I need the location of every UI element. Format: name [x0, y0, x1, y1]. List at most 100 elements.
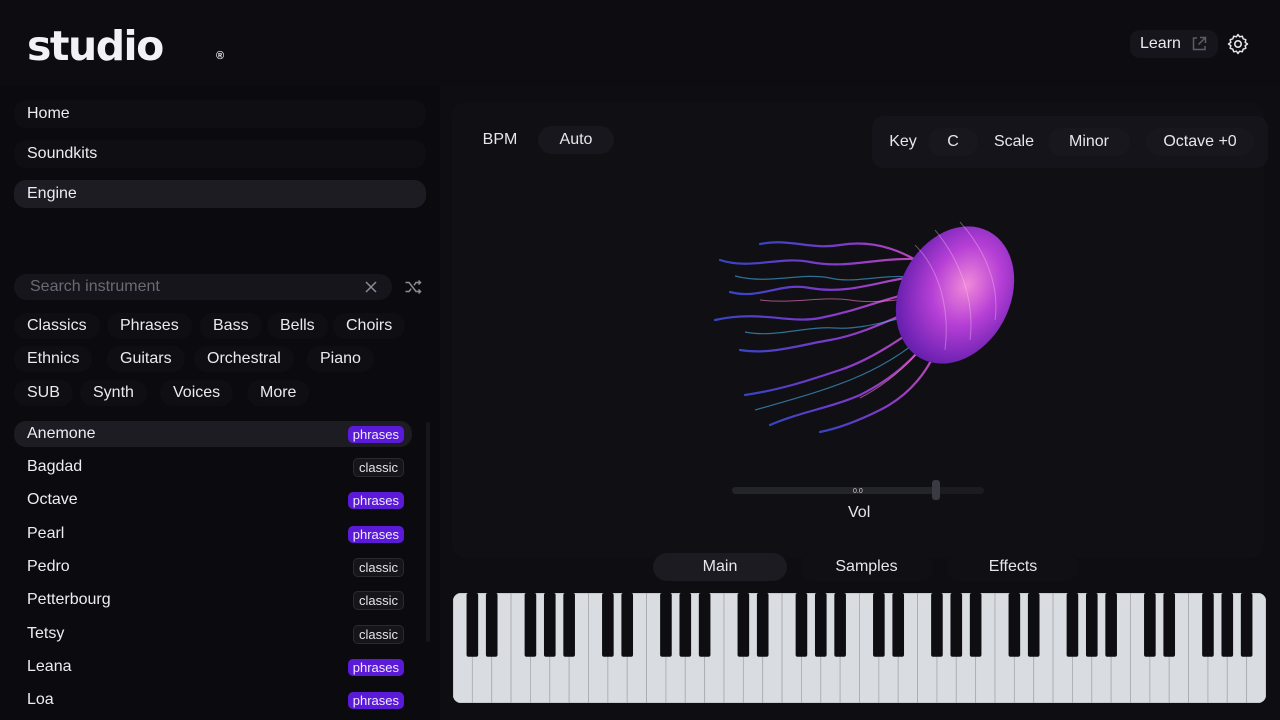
learn-button[interactable]: Learn [1130, 30, 1218, 58]
instrument-row-loa[interactable]: Loa phrases [14, 687, 412, 713]
black-key[interactable] [524, 593, 537, 657]
tag-badge: classic [352, 457, 404, 477]
black-key[interactable] [756, 593, 769, 657]
close-icon[interactable] [364, 280, 378, 294]
tag-badge: classic [352, 624, 404, 644]
external-link-icon [1192, 36, 1207, 51]
black-key[interactable] [1027, 593, 1040, 657]
category-voices[interactable]: Voices [160, 380, 234, 406]
black-key[interactable] [1240, 593, 1253, 657]
black-key[interactable] [563, 593, 575, 657]
black-key[interactable] [621, 593, 634, 657]
category-bells[interactable]: Bells [267, 313, 328, 339]
black-key[interactable] [1008, 593, 1021, 657]
black-key[interactable] [737, 593, 750, 657]
instrument-row-petterbourg[interactable]: Petterbourg classic [14, 587, 412, 613]
search-box [14, 274, 392, 300]
black-key[interactable] [969, 593, 982, 657]
nav-item-label: Soundkits [27, 145, 98, 162]
black-key[interactable] [485, 593, 498, 657]
black-key[interactable] [1085, 593, 1098, 657]
black-key[interactable] [1066, 593, 1079, 657]
black-key[interactable] [660, 593, 672, 657]
instrument-name: Petterbourg [27, 591, 111, 608]
instrument-name: Pedro [27, 558, 70, 575]
category-piano[interactable]: Piano [307, 346, 374, 372]
list-scrollbar[interactable] [426, 422, 430, 642]
nav-item-home[interactable]: Home [14, 100, 426, 128]
tag-badge: classic [352, 590, 404, 610]
octave-select[interactable]: Octave +0 [1146, 128, 1254, 156]
instrument-row-bagdad[interactable]: Bagdad classic [14, 454, 412, 480]
tab-main[interactable]: Main [653, 553, 787, 581]
black-key[interactable] [1163, 593, 1176, 657]
bpm-label: BPM [482, 131, 518, 148]
scale-label: Scale [993, 133, 1035, 150]
black-key[interactable] [1105, 593, 1117, 657]
category-more[interactable]: More [247, 380, 310, 406]
black-key[interactable] [1221, 593, 1234, 657]
instrument-name: Loa [27, 691, 54, 708]
instrument-name: Tetsy [27, 625, 65, 642]
black-key[interactable] [834, 593, 846, 657]
instrument-row-leana[interactable]: Leana phrases [14, 654, 412, 680]
nav-item-engine[interactable]: Engine [14, 180, 426, 208]
learn-label: Learn [1140, 35, 1181, 52]
category-synth[interactable]: Synth [80, 380, 147, 406]
nav-item-label: Home [27, 105, 70, 122]
volume-handle[interactable] [932, 480, 941, 500]
volume-fill [732, 487, 937, 494]
tab-samples[interactable]: Samples [800, 553, 933, 581]
key-scale-group: Key C Scale Minor Octave +0 [872, 116, 1268, 168]
instrument-row-octave[interactable]: Octave phrases [14, 487, 412, 513]
instrument-row-pedro[interactable]: Pedro classic [14, 554, 412, 580]
category-ethnics[interactable]: Ethnics [14, 346, 93, 372]
instrument-name: Pearl [27, 525, 65, 542]
tag-badge: phrases [347, 491, 404, 509]
black-key[interactable] [873, 593, 885, 657]
piano-keyboard[interactable] [453, 593, 1266, 703]
tag-badge: phrases [347, 525, 404, 543]
instrument-row-anemone[interactable]: Anemone phrases [14, 421, 412, 447]
instrument-name: Octave [27, 491, 78, 508]
key-label: Key [889, 133, 917, 150]
registered-mark: ® [216, 50, 225, 62]
category-choirs[interactable]: Choirs [333, 313, 406, 339]
category-orchestral[interactable]: Orchestral [194, 346, 294, 372]
category-bass[interactable]: Bass [200, 313, 262, 339]
scale-select[interactable]: Minor [1048, 128, 1130, 156]
key-select[interactable]: C [928, 128, 978, 156]
category-phrases[interactable]: Phrases [107, 313, 192, 339]
category-sub[interactable]: SUB [14, 380, 73, 406]
tag-badge: phrases [347, 658, 404, 676]
category-classics[interactable]: Classics [14, 313, 100, 339]
tag-badge: classic [352, 557, 404, 577]
bpm-value-button[interactable]: Auto [538, 126, 614, 154]
category-guitars[interactable]: Guitars [107, 346, 185, 372]
shuffle-icon[interactable] [404, 278, 422, 296]
black-key[interactable] [466, 593, 479, 657]
search-input[interactable] [30, 278, 350, 296]
tag-badge: phrases [347, 691, 404, 709]
black-key[interactable] [931, 593, 943, 657]
tab-effects[interactable]: Effects [947, 553, 1079, 581]
black-key[interactable] [892, 593, 905, 657]
black-key[interactable] [814, 593, 827, 657]
black-key[interactable] [1144, 593, 1156, 657]
instrument-row-tetsy[interactable]: Tetsy classic [14, 621, 412, 647]
instrument-name: Bagdad [27, 458, 83, 475]
tag-badge: phrases [347, 425, 404, 443]
black-key[interactable] [602, 593, 614, 657]
black-key[interactable] [1202, 593, 1214, 657]
black-key[interactable] [950, 593, 963, 657]
gear-icon[interactable] [1226, 32, 1250, 56]
black-key[interactable] [795, 593, 808, 657]
black-key[interactable] [679, 593, 692, 657]
instrument-row-pearl[interactable]: Pearl phrases [14, 521, 412, 547]
studio-logo[interactable]: studio [27, 22, 164, 70]
black-key[interactable] [698, 593, 711, 657]
black-key[interactable] [543, 593, 556, 657]
nav-item-soundkits[interactable]: Soundkits [14, 140, 426, 168]
instrument-name: Anemone [27, 425, 96, 442]
sidebar: Home Soundkits Engine Classics Phrases B… [0, 86, 440, 720]
